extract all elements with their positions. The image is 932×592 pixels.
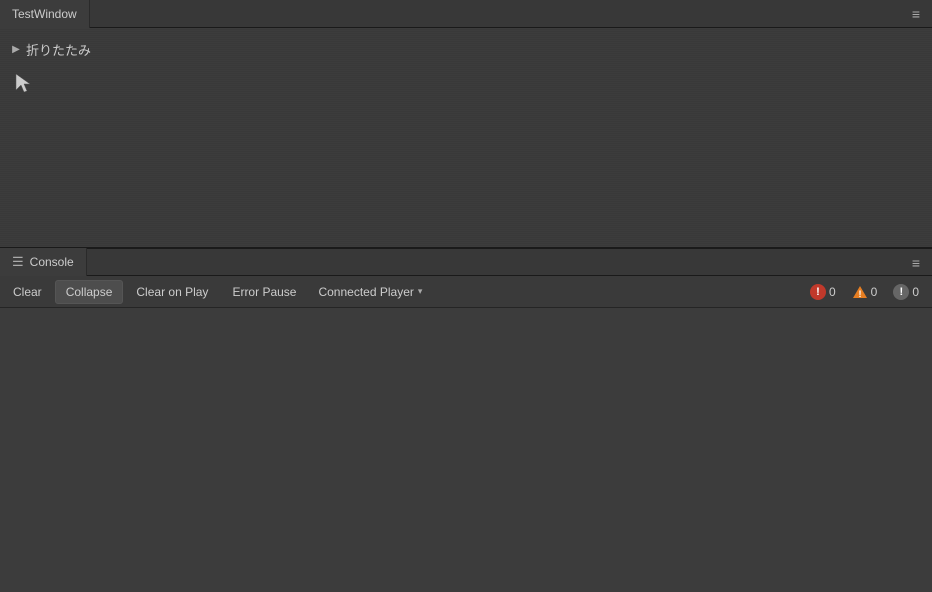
warning-count: 0 xyxy=(871,285,878,299)
clear-button[interactable]: Clear xyxy=(2,280,53,304)
connected-player-label: Connected Player xyxy=(318,285,413,299)
console-content-area xyxy=(0,308,932,591)
test-window-menu-icon: ≡ xyxy=(912,6,920,22)
error-icon: ! xyxy=(810,284,826,300)
info-count-button[interactable]: ! 0 xyxy=(886,280,926,304)
console-tab-icon: ☰ xyxy=(12,254,24,270)
console-tab-label: Console xyxy=(30,255,74,269)
fold-arrow-icon: ▶ xyxy=(10,44,22,56)
error-pause-button[interactable]: Error Pause xyxy=(221,280,307,304)
console-menu-button[interactable]: ≡ xyxy=(906,253,926,273)
clear-on-play-button[interactable]: Clear on Play xyxy=(125,280,219,304)
svg-text:!: ! xyxy=(858,289,861,299)
test-window-tab-label: TestWindow xyxy=(12,7,77,21)
console-panel: ☰ Console ≡ Clear Collapse Clear on Play… xyxy=(0,248,932,592)
collapse-button[interactable]: Collapse xyxy=(55,280,124,304)
fold-label: 折りたたみ xyxy=(26,40,91,59)
console-tab-bar: ☰ Console ≡ xyxy=(0,248,932,276)
info-icon: ! xyxy=(893,284,909,300)
connected-player-button[interactable]: Connected Player ▾ xyxy=(309,280,431,304)
test-window-tab[interactable]: TestWindow xyxy=(0,0,90,28)
info-count: 0 xyxy=(912,285,919,299)
console-tab[interactable]: ☰ Console xyxy=(0,248,87,276)
connected-player-dropdown-icon: ▾ xyxy=(418,286,423,297)
warning-count-button[interactable]: ! 0 xyxy=(845,280,885,304)
test-window-panel: TestWindow ≡ ▶ 折りたたみ xyxy=(0,0,932,248)
cursor-icon xyxy=(14,72,34,101)
error-count: 0 xyxy=(829,285,836,299)
console-menu-icon: ≡ xyxy=(912,255,920,271)
test-window-content: ▶ 折りたたみ xyxy=(0,28,932,67)
warning-icon: ! xyxy=(852,284,868,300)
test-window-tab-bar: TestWindow ≡ xyxy=(0,0,932,28)
fold-row[interactable]: ▶ 折りたたみ xyxy=(10,40,922,59)
test-window-menu-button[interactable]: ≡ xyxy=(906,4,926,24)
error-count-button[interactable]: ! 0 xyxy=(803,280,843,304)
console-toolbar: Clear Collapse Clear on Play Error Pause… xyxy=(0,276,932,308)
log-counts: ! 0 ! 0 ! 0 xyxy=(803,280,926,304)
